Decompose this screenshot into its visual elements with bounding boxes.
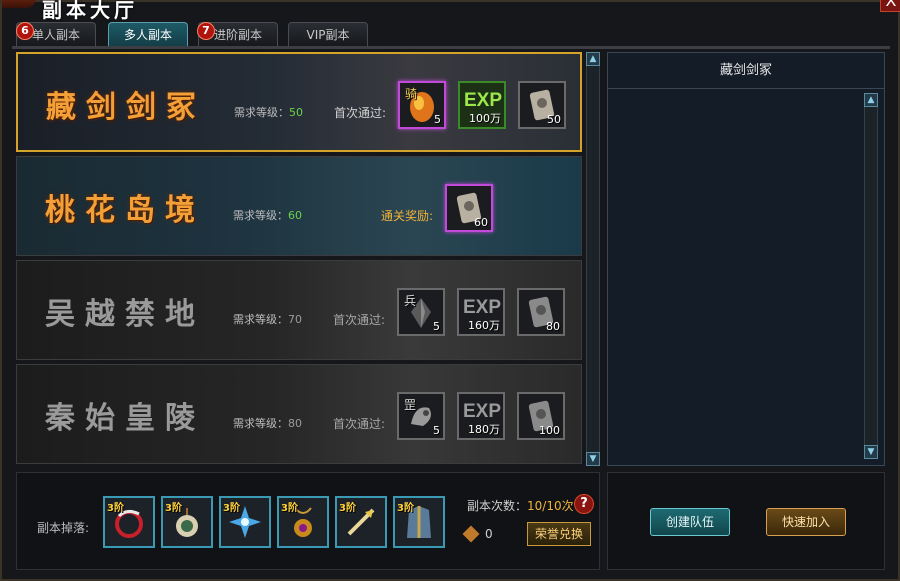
list-scrollbar[interactable] (586, 52, 600, 466)
item-count: 180万 (468, 423, 500, 436)
title-bar: 副本大厅 X (2, 0, 900, 22)
drop-item[interactable]: 3阶 (335, 496, 387, 548)
drop-item[interactable]: 3阶 (219, 496, 271, 548)
drop-item[interactable]: 3阶 (161, 496, 213, 548)
level-label: 需求等级： (234, 106, 289, 119)
scroll-down-icon[interactable]: ▼ (586, 452, 600, 466)
quick-join-button[interactable]: 快速加入 (766, 508, 846, 536)
count-label: 副本次数： (467, 499, 528, 513)
dungeon-row-wuyue[interactable]: 吴越禁地 需求等级：70 首次通过: 兵 5 EXP 160万 80 (16, 260, 582, 360)
reward-item[interactable]: 100 (517, 392, 565, 440)
dungeon-hall-window: 副本大厅 X 单人副本 6 多人副本 进阶副本 7 VIP副本 藏剑剑冢 需求等… (0, 0, 900, 581)
level-value: 80 (288, 417, 302, 430)
reward-item[interactable]: 骑 5 (398, 81, 446, 129)
dungeon-list: 藏剑剑冢 需求等级：50 首次通过: 骑 5 EXP 100万 50 桃花岛境 … (16, 52, 582, 466)
count-value: 10/10次 (527, 499, 574, 513)
required-level: 需求等级：60 (233, 207, 302, 223)
required-level: 需求等级：50 (234, 104, 303, 120)
drop-level: 3阶 (339, 503, 356, 514)
drop-level: 3阶 (165, 503, 182, 514)
drop-level: 3阶 (397, 503, 414, 514)
level-value: 60 (288, 209, 302, 222)
item-tag: 罡 (404, 398, 417, 412)
item-count: 60 (474, 216, 488, 229)
reward-label: 首次通过: (333, 417, 386, 431)
drop-item[interactable]: 3阶 (277, 496, 329, 548)
tab-divider (12, 46, 890, 49)
level-label: 需求等级： (233, 417, 288, 430)
reward-item[interactable]: 60 (445, 184, 493, 232)
help-icon[interactable]: ? (574, 494, 594, 514)
required-level: 需求等级：70 (233, 311, 302, 327)
dungeon-name: 桃花岛境 (45, 193, 205, 228)
drop-item[interactable]: 3阶 (103, 496, 155, 548)
reward-item[interactable]: 兵 5 (397, 288, 445, 336)
required-level: 需求等级：80 (233, 415, 302, 431)
honor-value: 0 (485, 527, 493, 541)
reward-label: 首次通过: (333, 313, 386, 327)
reward-item[interactable]: EXP 100万 (458, 81, 506, 129)
reward-label: 通关奖励: (381, 209, 434, 223)
dungeon-row-taohua[interactable]: 桃花岛境 需求等级：60 通关奖励: 60 (16, 156, 582, 256)
level-label: 需求等级： (233, 313, 288, 326)
dungeon-count: 副本次数：10/10次 (467, 497, 574, 514)
exp-icon: EXP (463, 401, 502, 422)
team-actions: 创建队伍 快速加入 (607, 472, 885, 570)
drop-level: 3阶 (107, 503, 124, 514)
dungeon-row-qinshihuang[interactable]: 秦始皇陵 需求等级：80 首次通过: 罡 5 EXP 180万 100 (16, 364, 582, 464)
drop-section: 副本掉落: 3阶 3阶 3阶 3阶 3阶 3阶 副本次数：10/10次 ? 0 … (16, 472, 600, 570)
reward-item[interactable]: 罡 5 (397, 392, 445, 440)
reward-item[interactable]: 80 (517, 288, 565, 336)
close-button[interactable]: X (880, 0, 900, 12)
dungeon-name: 藏剑剑冢 (46, 90, 206, 125)
item-count: 50 (547, 113, 561, 126)
tab-single-badge: 6 (16, 22, 34, 40)
tab-multi-dungeon[interactable]: 多人副本 (108, 22, 188, 46)
item-tag: 兵 (404, 294, 417, 308)
drop-level: 3阶 (223, 503, 240, 514)
dungeon-name: 吴越禁地 (45, 297, 205, 332)
tab-advanced-badge: 7 (197, 22, 215, 40)
item-count: 100 (539, 424, 560, 437)
detail-title: 藏剑剑冢 (608, 53, 884, 89)
reward-item[interactable]: EXP 180万 (457, 392, 505, 440)
level-value: 70 (288, 313, 302, 326)
level-value: 50 (289, 106, 303, 119)
item-count: 80 (546, 320, 560, 333)
scroll-up-icon[interactable]: ▲ (864, 93, 878, 107)
dungeon-name: 秦始皇陵 (45, 401, 205, 436)
tab-vip-dungeon[interactable]: VIP副本 (288, 22, 368, 46)
scroll-up-icon[interactable]: ▲ (586, 52, 600, 66)
drop-level: 3阶 (281, 503, 298, 514)
drop-label: 副本掉落: (37, 521, 90, 535)
item-count: 5 (433, 320, 440, 333)
scroll-down-icon[interactable]: ▼ (864, 445, 878, 459)
item-count: 100万 (469, 112, 501, 125)
honor-exchange-button[interactable]: 荣誉兑换 (527, 522, 591, 546)
create-team-button[interactable]: 创建队伍 (650, 508, 730, 536)
dungeon-detail-panel: 藏剑剑冢 ▲ ▼ (607, 52, 885, 466)
reward-item[interactable]: EXP 160万 (457, 288, 505, 336)
drop-item[interactable]: 3阶 (393, 496, 445, 548)
exp-icon: EXP (464, 90, 503, 111)
reward-label: 首次通过: (334, 106, 387, 120)
detail-scrollbar[interactable] (864, 93, 878, 459)
item-count: 5 (434, 113, 441, 126)
item-count: 160万 (468, 319, 500, 332)
honor-icon (462, 525, 480, 543)
level-label: 需求等级： (233, 209, 288, 222)
window-title: 副本大厅 (42, 0, 138, 22)
reward-item[interactable]: 50 (518, 81, 566, 129)
dungeon-row-cangjian[interactable]: 藏剑剑冢 需求等级：50 首次通过: 骑 5 EXP 100万 50 (16, 52, 582, 152)
game-logo-icon (2, 0, 36, 8)
item-count: 5 (433, 424, 440, 437)
item-tag: 骑 (405, 87, 418, 101)
exp-icon: EXP (463, 297, 502, 318)
